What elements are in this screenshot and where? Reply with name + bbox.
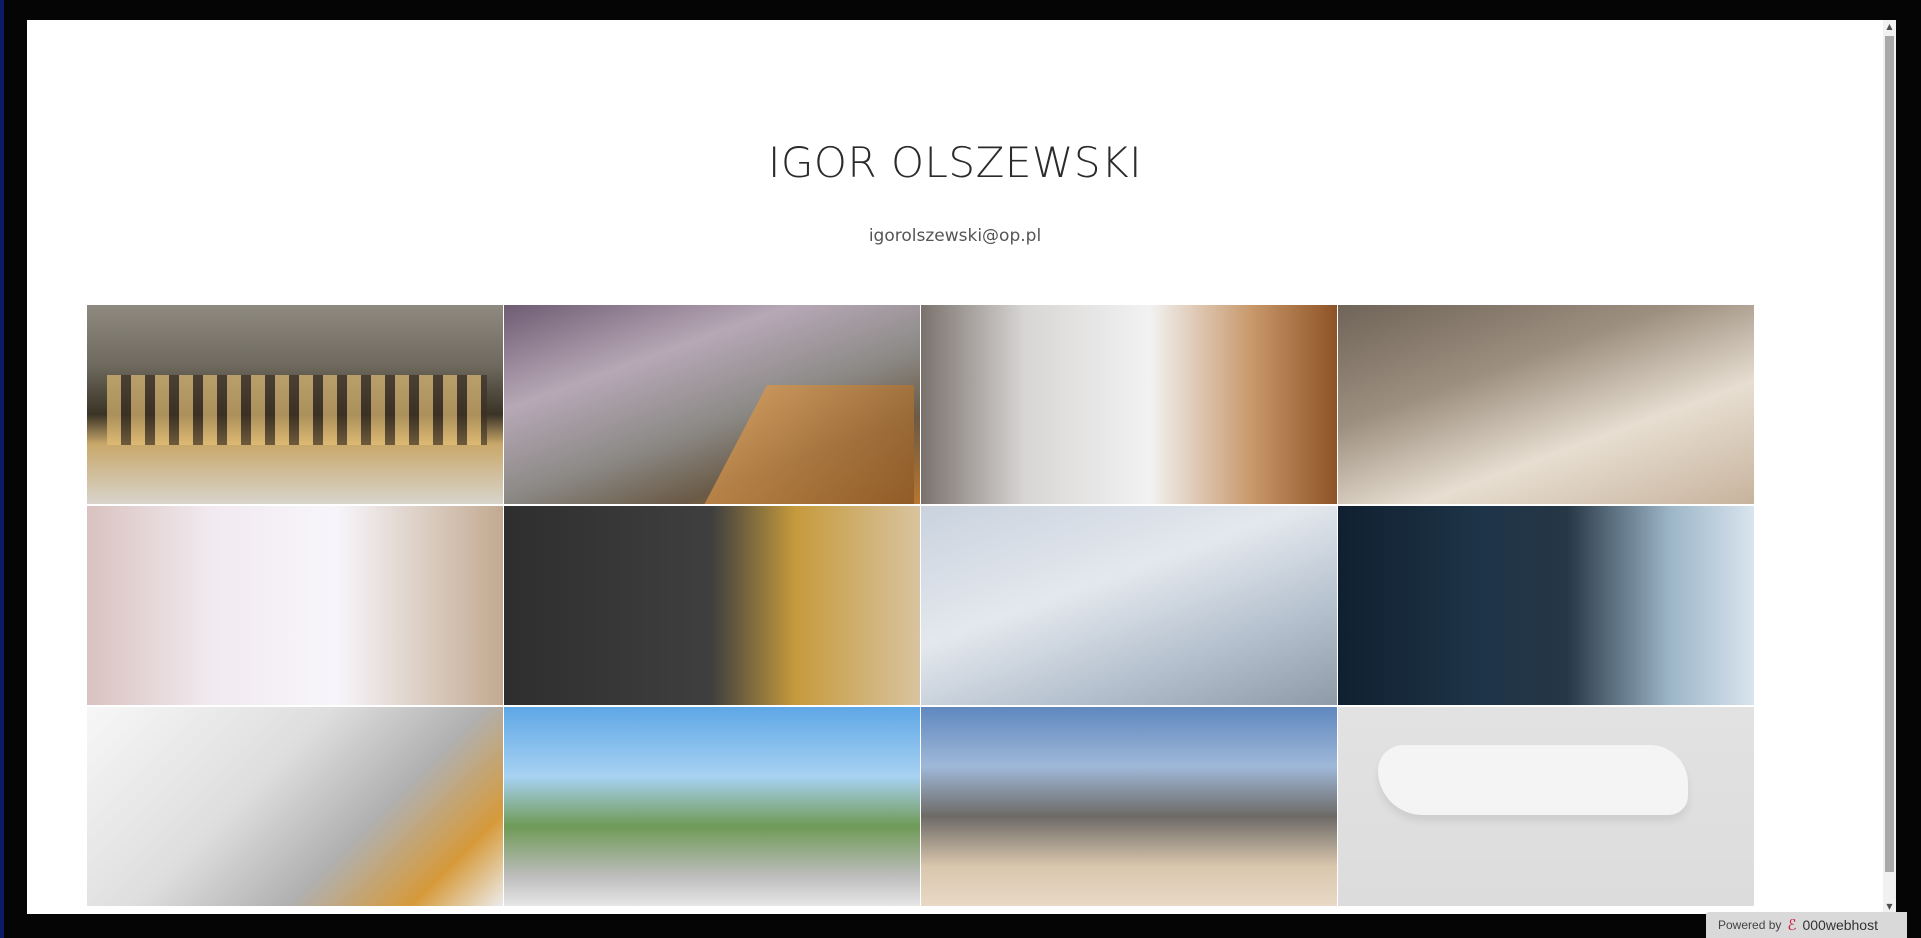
page-viewport: IGOR OLSZEWSKI igorolszewski@op.pl (27, 20, 1883, 914)
badge-brand-name: 000webhost (1802, 917, 1878, 933)
project-image (504, 506, 920, 705)
gallery-tile[interactable] (504, 506, 920, 705)
vertical-scrollbar[interactable]: ▲ ▼ (1883, 20, 1896, 914)
project-image (1338, 707, 1754, 906)
project-image (921, 707, 1337, 906)
project-image (504, 305, 920, 504)
email-link[interactable]: igorolszewski@op.pl (27, 226, 1883, 246)
scroll-thumb[interactable] (1885, 36, 1894, 872)
project-image (921, 305, 1337, 504)
gallery-tile[interactable] (921, 707, 1337, 906)
window-edge (0, 0, 4, 938)
gallery-tile[interactable] (1338, 707, 1754, 906)
project-image (1338, 506, 1754, 705)
gallery-tile[interactable] (1338, 506, 1754, 705)
hosting-badge[interactable]: Powered by ℰ 000webhost (1706, 912, 1907, 938)
project-image (87, 305, 503, 504)
page-title: IGOR OLSZEWSKI (767, 138, 1143, 187)
gallery-tile[interactable] (87, 707, 503, 906)
000webhost-logo-icon: ℰ (1787, 915, 1797, 934)
gallery-tile[interactable] (504, 305, 920, 504)
gallery-tile[interactable] (87, 305, 503, 504)
portfolio-gallery (87, 305, 1755, 906)
window-frame: IGOR OLSZEWSKI igorolszewski@op.pl ▲ ▼ P… (0, 0, 1921, 938)
project-image (87, 506, 503, 705)
project-image (1338, 305, 1754, 504)
project-image (504, 707, 920, 906)
scroll-up-arrow-icon[interactable]: ▲ (1883, 20, 1896, 34)
project-image (87, 707, 503, 906)
gallery-tile[interactable] (504, 707, 920, 906)
gallery-tile[interactable] (921, 506, 1337, 705)
project-image (921, 506, 1337, 705)
gallery-tile[interactable] (87, 506, 503, 705)
gallery-tile[interactable] (1338, 305, 1754, 504)
gallery-tile[interactable] (921, 305, 1337, 504)
badge-powered-label: Powered by (1718, 918, 1782, 932)
